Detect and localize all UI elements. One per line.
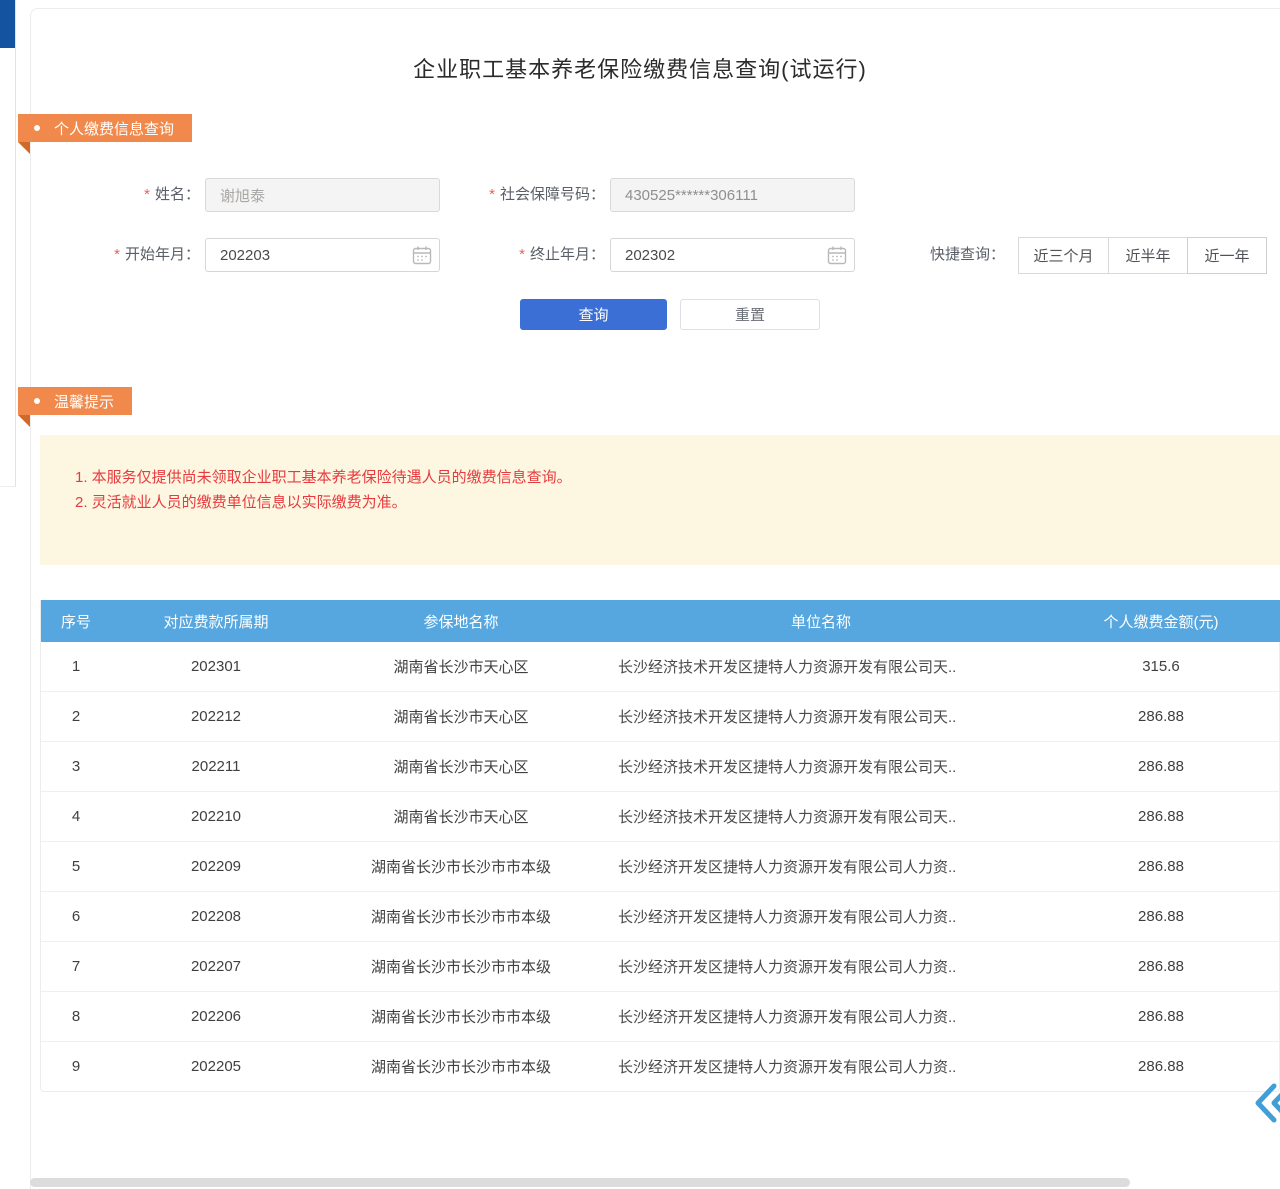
table-cell: 5 xyxy=(41,842,111,892)
calendar-icon[interactable] xyxy=(827,245,847,265)
start-date-input[interactable] xyxy=(205,238,440,272)
table-row: 5202209湖南省长沙市长沙市市本级长沙经济开发区捷特人力资源开发有限公司人力… xyxy=(41,842,1280,892)
section-badge-tips: 温馨提示 xyxy=(18,387,132,415)
section-badge-label: 温馨提示 xyxy=(54,391,114,412)
col-header-company: 单位名称 xyxy=(601,600,1041,642)
table-cell: 湖南省长沙市天心区 xyxy=(321,792,601,842)
table-cell: 长沙经济技术开发区捷特人力资源开发有限公司天.. xyxy=(601,692,1041,742)
table-cell: 286.88 xyxy=(1041,792,1280,842)
table-cell: 湖南省长沙市长沙市市本级 xyxy=(321,992,601,1042)
table-cell: 286.88 xyxy=(1041,742,1280,792)
table-row: 6202208湖南省长沙市长沙市市本级长沙经济开发区捷特人力资源开发有限公司人力… xyxy=(41,892,1280,942)
quick-6months-button[interactable]: 近半年 xyxy=(1108,237,1188,274)
table-cell: 长沙经济开发区捷特人力资源开发有限公司人力资.. xyxy=(601,1042,1041,1092)
required-asterisk: * xyxy=(144,186,150,203)
table-header-row: 序号 对应费款所属期 参保地名称 单位名称 个人缴费金额(元) xyxy=(41,600,1280,642)
name-input[interactable] xyxy=(205,178,440,212)
table-cell: 长沙经济开发区捷特人力资源开发有限公司人力资.. xyxy=(601,892,1041,942)
reset-button[interactable]: 重置 xyxy=(680,299,820,330)
section-badge-personal-query: 个人缴费信息查询 xyxy=(18,114,192,142)
table-body: 1202301湖南省长沙市天心区长沙经济技术开发区捷特人力资源开发有限公司天..… xyxy=(41,642,1280,1091)
table-cell: 湖南省长沙市天心区 xyxy=(321,642,601,692)
ssn-input[interactable] xyxy=(610,178,855,212)
bullet-icon xyxy=(34,125,40,131)
table-cell: 315.6 xyxy=(1041,642,1280,692)
table-cell: 湖南省长沙市长沙市市本级 xyxy=(321,842,601,892)
table-cell: 长沙经济技术开发区捷特人力资源开发有限公司天.. xyxy=(601,742,1041,792)
quick-3months-button[interactable]: 近三个月 xyxy=(1018,237,1109,274)
table-cell: 202211 xyxy=(111,742,321,792)
table-cell: 9 xyxy=(41,1042,111,1092)
col-header-amount: 个人缴费金额(元) xyxy=(1041,600,1280,642)
required-asterisk: * xyxy=(114,246,120,263)
table-cell: 湖南省长沙市长沙市市本级 xyxy=(321,942,601,992)
sidebar-active-item[interactable] xyxy=(0,0,15,48)
table-row: 4202210湖南省长沙市天心区长沙经济技术开发区捷特人力资源开发有限公司天..… xyxy=(41,792,1280,842)
table-cell: 4 xyxy=(41,792,111,842)
table-cell: 202212 xyxy=(111,692,321,742)
table-cell: 湖南省长沙市长沙市市本级 xyxy=(321,892,601,942)
table-cell: 长沙经济开发区捷特人力资源开发有限公司人力资.. xyxy=(601,942,1041,992)
table-cell: 长沙经济开发区捷特人力资源开发有限公司人力资.. xyxy=(601,842,1041,892)
table-cell: 湖南省长沙市天心区 xyxy=(321,742,601,792)
table-cell: 202208 xyxy=(111,892,321,942)
table-cell: 长沙经济开发区捷特人力资源开发有限公司人力资.. xyxy=(601,992,1041,1042)
end-date-input[interactable] xyxy=(610,238,855,272)
section-badge-label: 个人缴费信息查询 xyxy=(54,118,174,139)
table-cell: 286.88 xyxy=(1041,892,1280,942)
table-row: 7202207湖南省长沙市长沙市市本级长沙经济开发区捷特人力资源开发有限公司人力… xyxy=(41,942,1280,992)
horizontal-scrollbar[interactable] xyxy=(30,1178,1130,1187)
table-row: 3202211湖南省长沙市天心区长沙经济技术开发区捷特人力资源开发有限公司天..… xyxy=(41,742,1280,792)
table-cell: 286.88 xyxy=(1041,1042,1280,1092)
start-date-label: *开始年月： xyxy=(75,238,200,272)
quick-query-label: 快捷查询： xyxy=(930,238,1015,272)
table-row: 1202301湖南省长沙市天心区长沙经济技术开发区捷特人力资源开发有限公司天..… xyxy=(41,642,1280,692)
table-cell: 湖南省长沙市天心区 xyxy=(321,692,601,742)
query-button[interactable]: 查询 xyxy=(520,299,667,330)
table-cell: 6 xyxy=(41,892,111,942)
table-cell: 202206 xyxy=(111,992,321,1042)
results-table: 序号 对应费款所属期 参保地名称 单位名称 个人缴费金额(元) 1202301湖… xyxy=(40,600,1280,1092)
ssn-label: *社会保障号码： xyxy=(455,178,605,212)
name-label: *姓名： xyxy=(90,178,200,212)
table-cell: 202207 xyxy=(111,942,321,992)
table-cell: 286.88 xyxy=(1041,842,1280,892)
notice-box: 1. 本服务仅提供尚未领取企业职工基本养老保险待遇人员的缴费信息查询。 2. 灵… xyxy=(40,435,1280,565)
required-asterisk: * xyxy=(489,186,495,203)
table-cell: 286.88 xyxy=(1041,692,1280,742)
table-row: 9202205湖南省长沙市长沙市市本级长沙经济开发区捷特人力资源开发有限公司人力… xyxy=(41,1042,1280,1092)
col-header-period: 对应费款所属期 xyxy=(111,600,321,642)
calendar-icon[interactable] xyxy=(412,245,432,265)
quick-query-group: 近三个月 近半年 近一年 xyxy=(1018,237,1267,274)
table-cell: 8 xyxy=(41,992,111,1042)
quick-1year-button[interactable]: 近一年 xyxy=(1187,237,1267,274)
table-cell: 3 xyxy=(41,742,111,792)
notice-line: 2. 灵活就业人员的缴费单位信息以实际缴费为准。 xyxy=(75,490,572,515)
bullet-icon xyxy=(34,398,40,404)
table-row: 8202206湖南省长沙市长沙市市本级长沙经济开发区捷特人力资源开发有限公司人力… xyxy=(41,992,1280,1042)
col-header-location: 参保地名称 xyxy=(321,600,601,642)
table-cell: 286.88 xyxy=(1041,992,1280,1042)
required-asterisk: * xyxy=(519,246,525,263)
page-title: 企业职工基本养老保险缴费信息查询(试运行) xyxy=(0,52,1280,84)
table-row: 2202212湖南省长沙市天心区长沙经济技术开发区捷特人力资源开发有限公司天..… xyxy=(41,692,1280,742)
table-cell: 202301 xyxy=(111,642,321,692)
notice-line: 1. 本服务仅提供尚未领取企业职工基本养老保险待遇人员的缴费信息查询。 xyxy=(75,465,572,490)
table-cell: 7 xyxy=(41,942,111,992)
end-date-label: *终止年月： xyxy=(480,238,605,272)
table-cell: 湖南省长沙市长沙市市本级 xyxy=(321,1042,601,1092)
collapse-chevron-icon[interactable] xyxy=(1252,1080,1280,1126)
table-cell: 长沙经济技术开发区捷特人力资源开发有限公司天.. xyxy=(601,642,1041,692)
table-cell: 1 xyxy=(41,642,111,692)
ribbon-fold xyxy=(18,142,30,154)
table-cell: 2 xyxy=(41,692,111,742)
table-cell: 202210 xyxy=(111,792,321,842)
table-cell: 202205 xyxy=(111,1042,321,1092)
table-cell: 202209 xyxy=(111,842,321,892)
table-cell: 286.88 xyxy=(1041,942,1280,992)
ribbon-fold xyxy=(18,415,30,427)
table-cell: 长沙经济技术开发区捷特人力资源开发有限公司天.. xyxy=(601,792,1041,842)
col-header-seq: 序号 xyxy=(41,600,111,642)
